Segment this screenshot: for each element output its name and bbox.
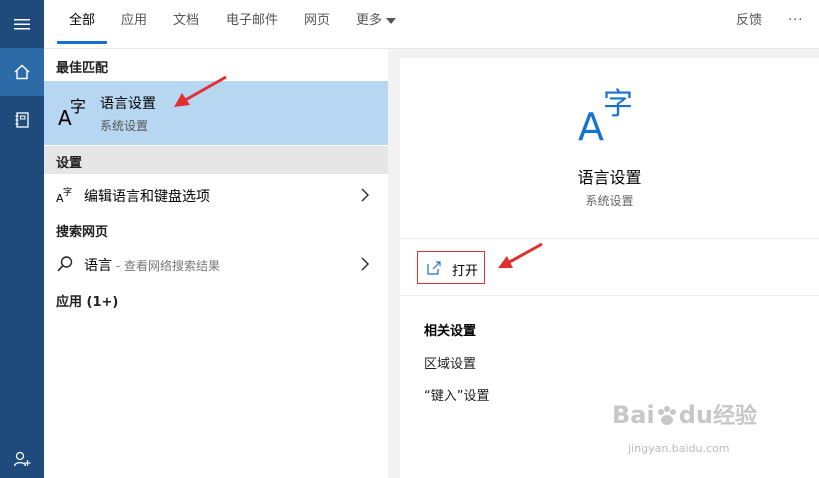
divider <box>400 238 819 239</box>
watermark-text: du <box>678 401 713 429</box>
hamburger-menu-button[interactable] <box>0 0 44 48</box>
svg-text:A: A <box>578 105 604 146</box>
tab-label: 文档 <box>173 13 200 28</box>
web-result-item[interactable]: 语言 - 查看网络搜索结果 <box>44 247 388 281</box>
settings-result-label: 编辑语言和键盘选项 <box>84 189 210 205</box>
account-button[interactable] <box>0 440 44 478</box>
web-result-subtext: - 查看网络搜索结果 <box>112 259 220 273</box>
open-external-icon <box>427 261 441 275</box>
watermark: Bai du经验 jingyan.baidu.com <box>612 398 812 468</box>
chevron-right-icon <box>361 257 370 271</box>
more-options-icon: ··· <box>788 13 804 28</box>
watermark-url: jingyan.baidu.com <box>628 442 730 455</box>
tab-documents[interactable]: 文档 <box>173 0 199 48</box>
results-panel: 最佳匹配 A 字 语言设置 系统设置 设置 A 字 编辑语言和键盘选项 搜索网页… <box>44 49 388 478</box>
tab-web[interactable]: 网页 <box>304 0 330 48</box>
notebook-icon <box>15 112 29 128</box>
language-icon: A 字 <box>578 87 633 146</box>
svg-text:字: 字 <box>70 97 86 116</box>
typing-settings-link[interactable]: “键入”设置 <box>424 385 489 404</box>
open-button-label: 打开 <box>452 264 479 279</box>
divider <box>400 295 819 296</box>
tab-label: 全部 <box>69 13 96 28</box>
tab-all[interactable]: 全部 <box>56 0 108 48</box>
language-icon: A 字 <box>58 97 86 129</box>
feedback-button[interactable]: 反馈 <box>736 0 762 48</box>
svg-text:字: 字 <box>603 87 633 122</box>
tab-label: 网页 <box>304 13 331 28</box>
watermark-text: Bai <box>612 401 655 429</box>
related-settings-header: 相关设置 <box>424 324 477 339</box>
tab-label: 应用 <box>121 13 148 28</box>
settings-result-item[interactable]: A 字 编辑语言和键盘选项 <box>44 178 388 212</box>
tab-apps[interactable]: 应用 <box>121 0 147 48</box>
tab-label: 更多 <box>356 13 383 28</box>
left-rail <box>0 0 44 478</box>
annotation-arrow-icon <box>498 242 543 268</box>
region-settings-link[interactable]: 区域设置 <box>424 353 476 372</box>
language-icon: A 字 <box>56 186 72 204</box>
open-button[interactable]: 打开 <box>417 251 485 284</box>
tab-label: 电子邮件 <box>226 13 279 28</box>
section-header-label: 搜索网页 <box>56 225 109 240</box>
section-header-label: 设置 <box>56 156 83 171</box>
tab-email[interactable]: 电子邮件 <box>226 0 278 48</box>
chevron-right-icon <box>361 188 370 202</box>
feedback-label: 反馈 <box>736 13 763 28</box>
top-bar: 全部 应用 文档 电子邮件 网页 更多 反馈 ··· <box>44 0 819 49</box>
more-options-button[interactable]: ··· <box>788 0 803 48</box>
section-header-label: 应用 (1+) <box>56 295 119 310</box>
search-icon <box>57 256 73 272</box>
detail-subtitle: 系统设置 <box>585 194 634 208</box>
detail-title: 语言设置 <box>577 168 642 187</box>
chevron-down-icon <box>386 17 397 24</box>
tab-more[interactable]: 更多 <box>356 0 397 48</box>
paw-icon <box>657 406 676 425</box>
annotation-arrow-icon <box>174 75 227 107</box>
home-icon <box>14 64 30 80</box>
settings-header: 设置 <box>44 146 388 174</box>
best-match-title: 语言设置 <box>100 96 156 112</box>
home-button[interactable] <box>0 48 44 96</box>
notebook-button[interactable] <box>0 96 44 144</box>
web-result-text: 语言 <box>84 258 112 274</box>
best-match-subtitle: 系统设置 <box>100 119 149 133</box>
user-add-icon <box>13 451 31 467</box>
svg-text:字: 字 <box>63 186 72 198</box>
hamburger-icon <box>14 19 30 30</box>
web-result-label: 语言 - 查看网络搜索结果 <box>84 255 220 275</box>
watermark-text: 经验 <box>712 404 757 429</box>
section-header-label: 最佳匹配 <box>56 61 109 76</box>
